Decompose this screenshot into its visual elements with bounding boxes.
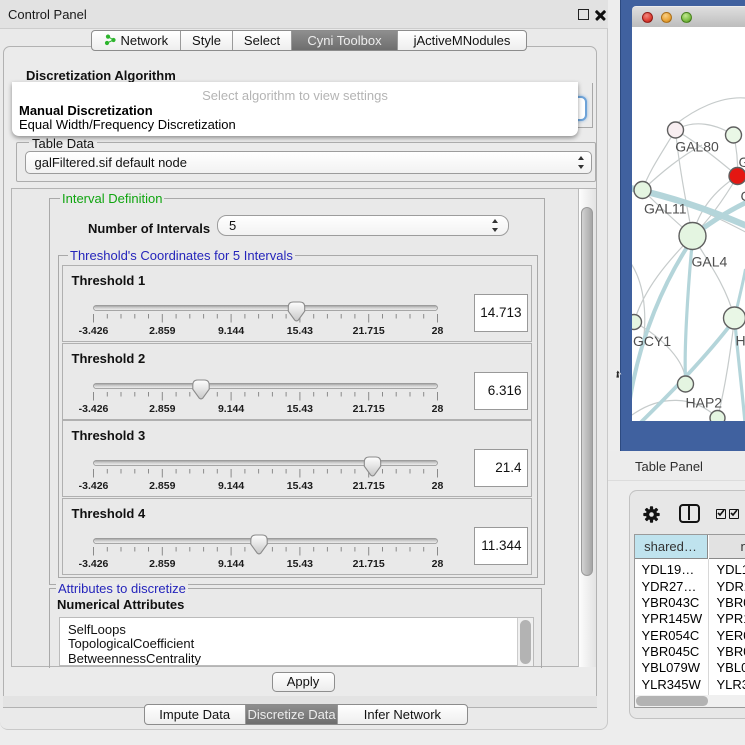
svg-text:2.859: 2.859 [149,480,175,492]
svg-text:-3.426: -3.426 [78,325,108,337]
svg-text:GCY1: GCY1 [633,333,671,349]
svg-text:-3.426: -3.426 [78,558,108,570]
svg-text:GAL11: GAL11 [644,201,687,217]
svg-text:15.43: 15.43 [286,558,312,570]
svg-text:GAL: GAL [738,154,745,170]
svg-text:9.144: 9.144 [217,558,243,570]
svg-text:9.144: 9.144 [217,480,243,492]
svg-text:2.859: 2.859 [149,558,175,570]
svg-text:9.144: 9.144 [217,403,243,415]
svg-text:28: 28 [431,558,443,570]
svg-text:21.715: 21.715 [352,403,384,415]
svg-text:15.43: 15.43 [286,480,312,492]
svg-text:GAL4: GAL4 [691,254,727,270]
svg-text:21.715: 21.715 [352,325,384,337]
svg-text:-3.426: -3.426 [78,480,108,492]
svg-text:21.715: 21.715 [352,558,384,570]
svg-text:9.144: 9.144 [217,325,243,337]
svg-text:GAL80: GAL80 [675,139,719,155]
svg-text:28: 28 [431,480,443,492]
svg-text:2.859: 2.859 [149,403,175,415]
svg-text:15.43: 15.43 [286,403,312,415]
svg-text:2.859: 2.859 [149,325,175,337]
svg-text:15.43: 15.43 [286,325,312,337]
svg-text:HAP: HAP [735,333,745,349]
svg-text:28: 28 [431,325,443,337]
svg-text:CA: CA [740,188,745,204]
svg-text:21.715: 21.715 [352,480,384,492]
svg-text:-3.426: -3.426 [78,403,108,415]
svg-text:28: 28 [431,403,443,415]
svg-text:HAP2: HAP2 [685,395,722,411]
